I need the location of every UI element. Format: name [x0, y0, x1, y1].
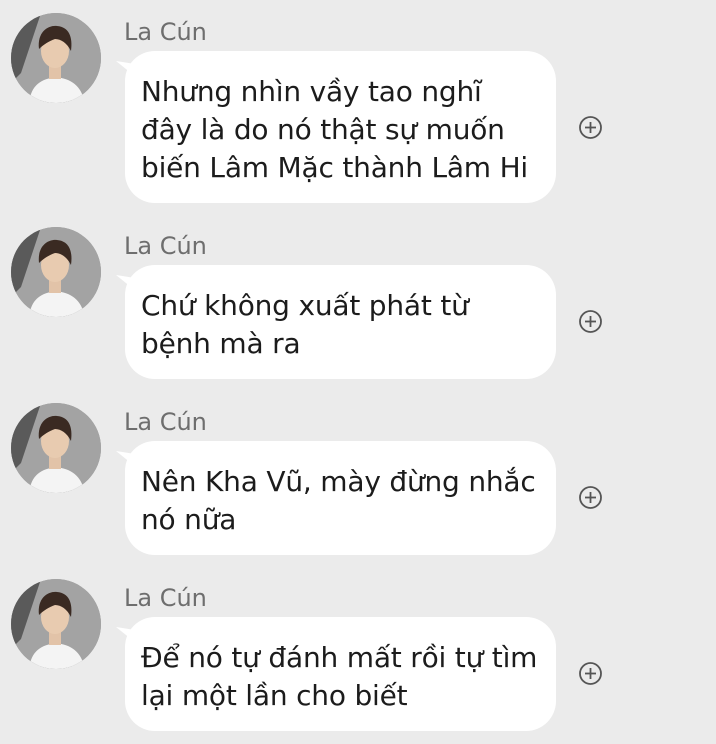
message-bubble[interactable]: Để nó tự đánh mất rồi tự tìm lại một lần… [125, 617, 556, 731]
avatar[interactable] [11, 579, 101, 669]
plus-circle-icon[interactable] [578, 115, 603, 140]
message-text: Nhưng nhìn vầy tao nghĩ đây là do nó thậ… [141, 75, 529, 184]
avatar[interactable] [11, 403, 101, 493]
message-bubble[interactable]: Nên Kha Vũ, mày đừng nhắc nó nữa [125, 441, 556, 555]
avatar[interactable] [11, 13, 101, 103]
message-text: Để nó tự đánh mất rồi tự tìm lại một lần… [141, 641, 538, 712]
sender-name: La Cún [124, 584, 207, 612]
message-bubble[interactable]: Nhưng nhìn vầy tao nghĩ đây là do nó thậ… [125, 51, 556, 203]
sender-name: La Cún [124, 18, 207, 46]
message-bubble[interactable]: Chứ không xuất phát từ bệnh mà ra [125, 265, 556, 379]
sender-name: La Cún [124, 408, 207, 436]
plus-circle-icon[interactable] [578, 309, 603, 334]
sender-name: La Cún [124, 232, 207, 260]
message-text: Nên Kha Vũ, mày đừng nhắc nó nữa [141, 465, 536, 536]
message-text: Chứ không xuất phát từ bệnh mà ra [141, 289, 469, 360]
avatar[interactable] [11, 227, 101, 317]
plus-circle-icon[interactable] [578, 661, 603, 686]
plus-circle-icon[interactable] [578, 485, 603, 510]
